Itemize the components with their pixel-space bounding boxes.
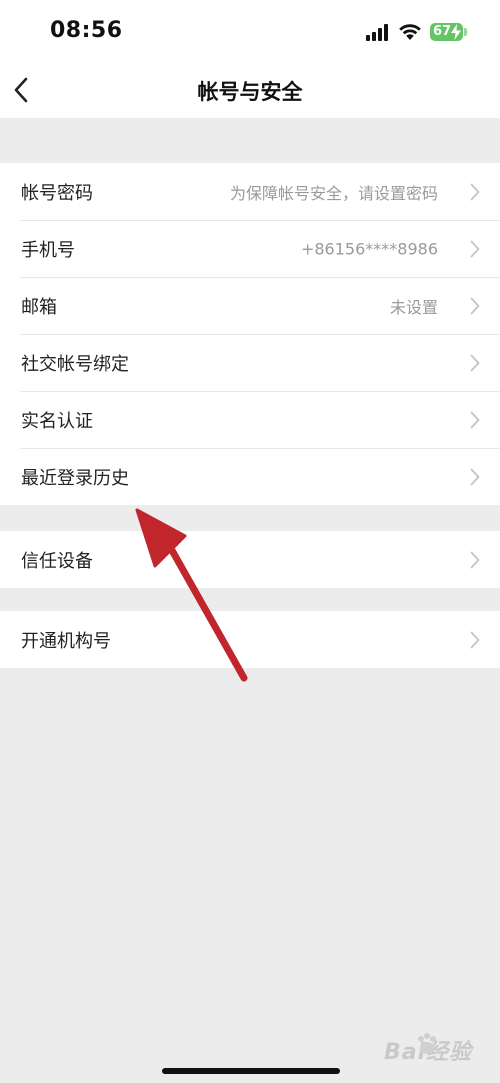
navigation-bar: 帐号与安全 [0, 62, 500, 118]
list-item-login-history[interactable]: 最近登录历史 [0, 448, 500, 505]
cellular-signal-icon [366, 24, 390, 41]
list-item-phone-number[interactable]: 手机号 +86156****8986 [0, 220, 500, 277]
chevron-right-icon [470, 468, 480, 485]
list-item-value: 为保障帐号安全，请设置密码 [229, 183, 438, 203]
chevron-right-icon [470, 297, 480, 314]
chevron-right-icon [470, 183, 480, 200]
list-item-trusted-devices[interactable]: 信任设备 [0, 531, 500, 588]
list-item-label: 帐号密码 [21, 182, 93, 204]
status-time: 08:56 [50, 18, 123, 43]
chevron-right-icon [470, 631, 480, 648]
list-item-value: 未设置 [389, 297, 438, 317]
baidu-jingyan-watermark: Bai经验 [384, 1030, 494, 1065]
list-item-label: 社交帐号绑定 [21, 353, 129, 375]
status-bar: 08:56 67 [0, 0, 500, 62]
list-item-label: 手机号 [21, 239, 75, 261]
list-item-value: +86156****8986 [300, 239, 438, 258]
charging-bolt-icon [451, 24, 461, 40]
chevron-right-icon [470, 240, 480, 257]
list-item-label: 最近登录历史 [21, 467, 129, 489]
list-item-social-binding[interactable]: 社交帐号绑定 [0, 334, 500, 391]
list-item-account-password[interactable]: 帐号密码 为保障帐号安全，请设置密码 [0, 163, 500, 220]
page-title: 帐号与安全 [197, 80, 303, 104]
list-item-label: 开通机构号 [21, 630, 111, 652]
chevron-right-icon [470, 354, 480, 371]
battery-cap [464, 28, 467, 36]
list-item-real-name-verification[interactable]: 实名认证 [0, 391, 500, 448]
list-item-label: 信任设备 [21, 550, 93, 572]
trusted-devices-group: 信任设备 [0, 531, 500, 588]
list-item-open-institution-account[interactable]: 开通机构号 [0, 611, 500, 668]
list-item-email[interactable]: 邮箱 未设置 [0, 277, 500, 334]
chevron-right-icon [470, 551, 480, 568]
list-item-label: 实名认证 [21, 410, 93, 432]
wifi-icon [399, 24, 421, 40]
account-settings-group: 帐号密码 为保障帐号安全，请设置密码 手机号 +86156****8986 邮箱… [0, 163, 500, 505]
paw-icon [418, 1033, 436, 1054]
chevron-right-icon [470, 411, 480, 428]
institution-account-group: 开通机构号 [0, 611, 500, 668]
home-indicator[interactable] [162, 1068, 340, 1074]
list-item-label: 邮箱 [21, 296, 57, 318]
